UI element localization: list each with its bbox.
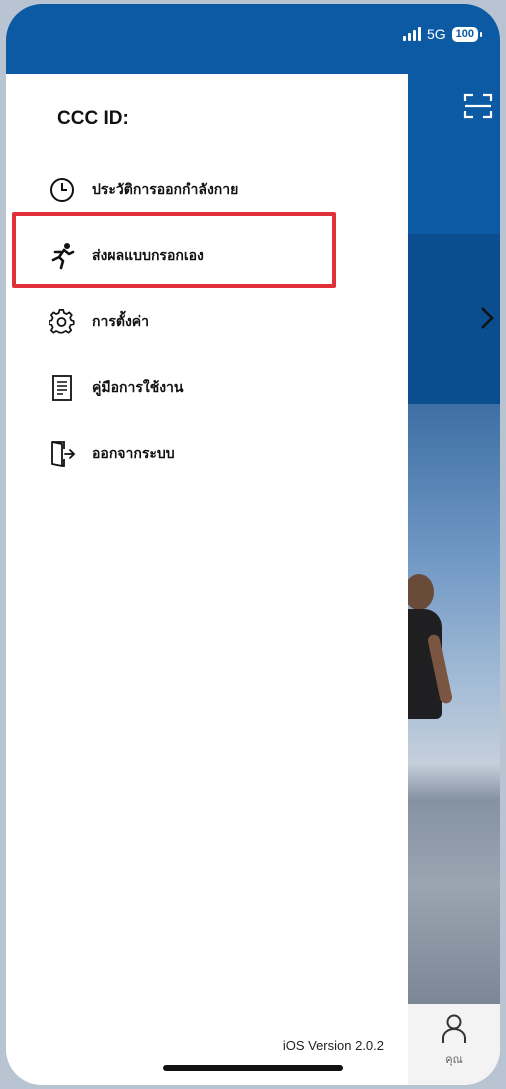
background-app: คุณ — [398, 74, 500, 1085]
logout-door-icon — [48, 440, 76, 468]
menu-item-exercise-history[interactable]: ประวัติการออกกำลังกาย — [6, 159, 408, 221]
profile-icon[interactable] — [440, 1014, 468, 1044]
menu-item-label: ประวัติการออกกำลังกาย — [92, 182, 239, 198]
app-version: iOS Version 2.0.2 — [282, 1038, 384, 1053]
drawer-title: CCC ID: — [57, 108, 129, 129]
bottom-nav: คุณ — [408, 1004, 500, 1085]
runner-image — [404, 574, 434, 610]
bottom-nav-profile-label[interactable]: คุณ — [408, 1050, 500, 1068]
menu-item-settings[interactable]: การตั้งค่า — [6, 291, 408, 353]
menu-item-label: การตั้งค่า — [92, 314, 150, 330]
background-header — [408, 74, 500, 404]
battery-icon: 100 — [451, 26, 483, 42]
menu-item-manual-submit[interactable]: ส่งผลแบบกรอกเอง — [6, 225, 408, 287]
home-indicator[interactable] — [163, 1065, 343, 1071]
scan-icon[interactable] — [462, 90, 494, 122]
menu-item-user-guide[interactable]: คู่มือการใช้งาน — [6, 357, 408, 419]
phone-screen: 5G 100 คุณ CCC ID: ประวัติการออกกำลังกาย… — [6, 4, 500, 1085]
document-icon — [48, 374, 76, 402]
clock-icon — [48, 176, 76, 204]
menu-item-label: คู่มือการใช้งาน — [92, 380, 184, 396]
signal-icon — [402, 27, 421, 41]
side-drawer: CCC ID: ประวัติการออกกำลังกาย ส่งผลแบบกร… — [6, 74, 408, 1085]
gear-icon — [48, 308, 76, 336]
status-indicators: 5G 100 — [402, 26, 483, 42]
status-bar: 5G 100 — [6, 4, 500, 74]
menu-item-label: ออกจากระบบ — [92, 446, 175, 462]
menu-item-logout[interactable]: ออกจากระบบ — [6, 423, 408, 485]
running-person-icon — [48, 242, 76, 270]
chevron-right-icon[interactable] — [480, 306, 494, 330]
network-label: 5G — [426, 26, 446, 42]
menu-item-label: ส่งผลแบบกรอกเอง — [92, 248, 204, 264]
